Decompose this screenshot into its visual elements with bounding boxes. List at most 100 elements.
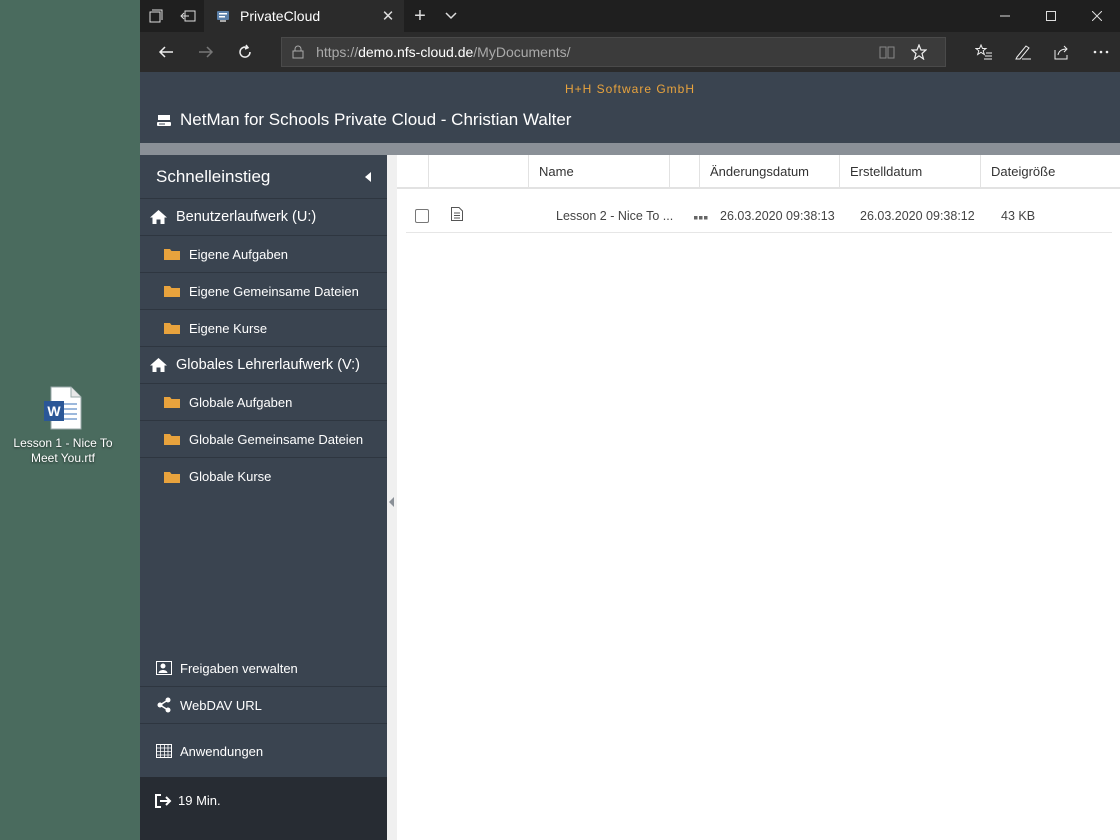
folder-icon — [164, 471, 180, 483]
url-host: demo.nfs-cloud.de — [358, 44, 474, 60]
sidebar-folder-eigene-kurse[interactable]: Eigene Kurse — [140, 310, 387, 347]
sidebar-folder-eigene-aufgaben[interactable]: Eigene Aufgaben — [140, 236, 387, 273]
header-divider-bar — [140, 143, 1120, 155]
svg-text:W: W — [47, 403, 61, 419]
forward-button[interactable] — [186, 32, 226, 72]
star-icon — [911, 44, 927, 60]
chevron-down-icon — [445, 12, 457, 20]
url-text: https://demo.nfs-cloud.de/MyDocuments/ — [316, 44, 871, 60]
row-modified: 26.03.2020 09:38:13 — [720, 208, 835, 223]
splitter-arrow-icon[interactable] — [389, 497, 394, 507]
share-icon — [1054, 45, 1068, 60]
minimize-button[interactable] — [982, 0, 1028, 32]
sidebar-link-freigaben[interactable]: Freigaben verwalten — [140, 650, 387, 687]
session-timer-text: 19 Min. — [178, 793, 221, 808]
sidebar-drive-global[interactable]: Globales Lehrerlaufwerk (V:) — [140, 347, 387, 384]
header-label: Erstelldatum — [850, 163, 923, 179]
refresh-button[interactable] — [225, 32, 265, 72]
header-modified[interactable]: Änderungsdatum — [700, 155, 840, 187]
sidebar-heading: Schnelleinstieg — [140, 155, 387, 199]
collapse-sidebar-icon[interactable] — [365, 171, 371, 182]
minimize-icon — [1000, 15, 1010, 17]
header-icon-column[interactable] — [429, 155, 529, 187]
header-created[interactable]: Erstelldatum — [840, 155, 981, 187]
more-dots-icon — [694, 215, 708, 219]
close-window-button[interactable] — [1074, 0, 1120, 32]
lock-icon — [292, 45, 304, 59]
app-body: Schnelleinstieg Benutzerlaufwerk (U:) Ei… — [140, 155, 1120, 840]
row-actions-button[interactable] — [688, 209, 714, 223]
arrow-left-icon — [158, 46, 173, 58]
desktop-file-label: Lesson 1 - Nice To Meet You.rtf — [13, 436, 113, 465]
row-file-type — [451, 207, 465, 224]
folder-label: Globale Aufgaben — [189, 394, 293, 410]
titlebar-drag-area[interactable] — [466, 0, 982, 32]
tab-actions-button[interactable] — [140, 0, 172, 32]
url-scheme: https:// — [316, 44, 359, 60]
file-list-header: Name Änderungsdatum Erstelldatum Dateigr… — [397, 155, 1120, 189]
row-checkbox[interactable] — [415, 208, 429, 223]
sidebar-link-webdav[interactable]: WebDAV URL — [140, 687, 387, 724]
home-icon — [150, 358, 167, 372]
folder-icon — [164, 397, 180, 408]
folder-icon — [164, 249, 180, 260]
url-path: /MyDocuments/ — [473, 44, 571, 60]
sidebar-folder-globale-gemeinsame-dateien[interactable]: Globale Gemeinsame Dateien — [140, 421, 387, 458]
more-dots-icon — [1093, 50, 1108, 54]
folder-icon — [164, 323, 180, 334]
header-actions-column[interactable] — [670, 155, 700, 187]
sidebar-folder-globale-aufgaben[interactable]: Globale Aufgaben — [140, 384, 387, 421]
header-label: Dateigröße — [991, 163, 1056, 179]
share-button[interactable] — [1042, 32, 1081, 72]
address-bar[interactable]: https://demo.nfs-cloud.de/MyDocuments/ — [281, 37, 946, 67]
user-share-icon — [156, 661, 172, 675]
close-tab-icon[interactable]: ✕ — [380, 7, 396, 25]
sidebar-folder-eigene-gemeinsame-dateien[interactable]: Eigene Gemeinsame Dateien — [140, 273, 387, 310]
home-icon — [150, 210, 167, 224]
more-button[interactable] — [1081, 32, 1120, 72]
sidebar-folder-globale-kurse[interactable]: Globale Kurse — [140, 458, 387, 495]
refresh-icon — [239, 44, 251, 58]
word-document-icon: W — [44, 386, 82, 430]
row-name[interactable]: Lesson 2 - Nice To ... — [556, 209, 688, 223]
app-title-text: NetMan for Schools Private Cloud - Chris… — [180, 110, 572, 129]
session-timer[interactable]: 19 Min. — [140, 777, 387, 840]
header-select-column[interactable] — [397, 155, 429, 187]
maximize-button[interactable] — [1028, 0, 1074, 32]
maximize-icon — [1046, 11, 1056, 21]
add-notes-button[interactable] — [1003, 32, 1042, 72]
table-row[interactable]: Lesson 2 - Nice To ... 26.03.2020 09:38:… — [406, 199, 1112, 233]
tab-privatecloud[interactable]: PrivateCloud ✕ — [204, 0, 404, 32]
tab-title: PrivateCloud — [240, 8, 321, 24]
browser-navbar: https://demo.nfs-cloud.de/MyDocuments/ — [140, 32, 1120, 72]
tabs-stack-icon — [149, 9, 163, 23]
folder-icon — [164, 434, 180, 445]
app-title: NetMan for Schools Private Cloud - Chris… — [156, 110, 571, 130]
favorites-hub-button[interactable] — [964, 32, 1003, 72]
reading-view-button[interactable] — [871, 45, 903, 59]
sidebar-link-anwendungen[interactable]: Anwendungen — [140, 724, 387, 778]
header-name[interactable]: Name — [529, 155, 670, 187]
folder-label: Globale Kurse — [189, 469, 272, 484]
folder-label: Globale Gemeinsame Dateien — [189, 431, 364, 447]
book-icon — [879, 46, 895, 59]
browser-toolbar — [964, 32, 1120, 72]
folder-icon — [164, 286, 180, 297]
sidebar-drive-user[interactable]: Benutzerlaufwerk (U:) — [140, 199, 387, 236]
sidebar-link-label: Freigaben verwalten — [180, 660, 298, 676]
sidebar-splitter[interactable] — [387, 155, 397, 840]
tab-list-button[interactable] — [436, 0, 466, 32]
close-icon — [1092, 11, 1102, 21]
header-size[interactable]: Dateigröße — [981, 155, 1120, 187]
favorite-button[interactable] — [903, 44, 935, 60]
desktop-file-icon[interactable]: W Lesson 1 - Nice To Meet You.rtf — [10, 386, 116, 466]
sidebar: Schnelleinstieg Benutzerlaufwerk (U:) Ei… — [140, 155, 387, 840]
set-tabs-aside-button[interactable] — [172, 0, 204, 32]
document-icon — [451, 207, 463, 221]
new-tab-button[interactable]: + — [404, 0, 436, 32]
folder-label: Eigene Kurse — [189, 320, 268, 336]
back-button[interactable] — [146, 32, 186, 72]
row-created: 26.03.2020 09:38:12 — [860, 208, 975, 223]
app-header: H+H Software GmbH NetMan for Schools Pri… — [140, 72, 1120, 143]
header-label: Name — [539, 163, 574, 179]
